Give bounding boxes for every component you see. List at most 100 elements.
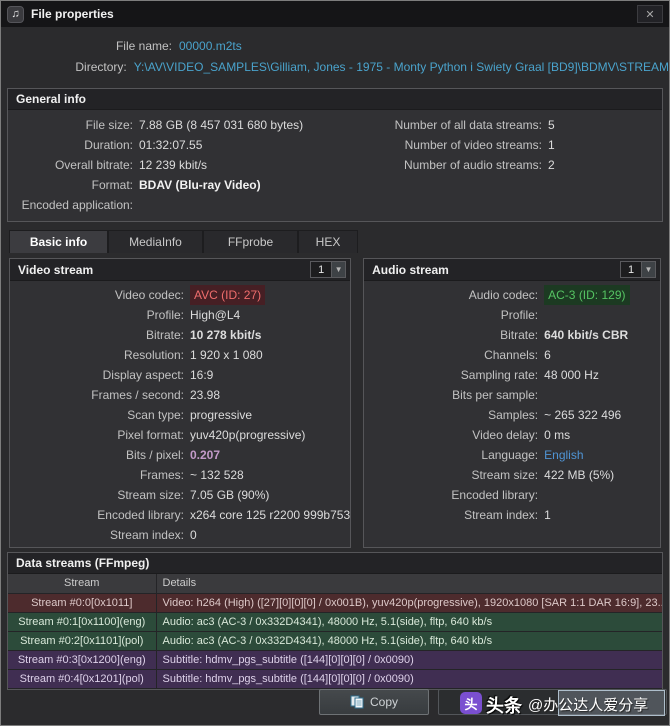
file-name-label: File name:	[1, 36, 179, 57]
table-header-row: Stream Details	[8, 574, 662, 593]
video-streams-count-label: Number of video streams:	[373, 135, 548, 155]
audio-stream-title: Audio stream	[372, 263, 620, 277]
general-info-header: General info	[8, 89, 662, 110]
frames-label: Frames:	[10, 465, 190, 485]
language-label: Language:	[364, 445, 544, 465]
scan-type-label: Scan type:	[10, 405, 190, 425]
audio-stream-size-label: Stream size:	[364, 465, 544, 485]
samples-label: Samples:	[364, 405, 544, 425]
footer-bar: Copy 头 头条 @办公达人爱分享	[1, 685, 669, 725]
audio-stream-index-label: Stream index:	[364, 505, 544, 525]
audio-streams-count-label: Number of audio streams:	[373, 155, 548, 175]
tab-mediainfo[interactable]: MediaInfo	[108, 230, 203, 253]
stream-panels: Video stream 1 ▼ Video codec:AVC (ID: 27…	[9, 258, 661, 548]
audio-stream-selector-value: 1	[620, 261, 642, 278]
audio-encoded-library-label: Encoded library:	[364, 485, 544, 505]
video-stream-selector[interactable]: 1 ▼	[310, 261, 346, 278]
video-bitrate-label: Bitrate:	[10, 325, 190, 345]
audio-codec-label: Audio codec:	[364, 285, 544, 305]
language-value: English	[544, 445, 583, 465]
file-size-label: File size:	[8, 115, 139, 135]
data-streams-table: Stream Details Stream #0:0[0x1011] Video…	[8, 574, 662, 689]
audio-bitrate-label: Bitrate:	[364, 325, 544, 345]
samples-value: ~ 265 322 496	[544, 405, 621, 425]
audio-stream-index-value: 1	[544, 505, 551, 525]
bits-per-pixel-value: 0.207	[190, 445, 220, 465]
audio-stream-size-value: 422 MB (5%)	[544, 465, 614, 485]
bits-per-sample-label: Bits per sample:	[364, 385, 544, 405]
file-name-row: File name: 00000.m2ts	[1, 36, 669, 57]
video-delay-label: Video delay:	[364, 425, 544, 445]
resolution-value: 1 920 x 1 080	[190, 345, 263, 365]
stream-column-header: Stream	[8, 574, 156, 593]
sampling-rate-label: Sampling rate:	[364, 365, 544, 385]
audio-bitrate-value: 640 kbit/s CBR	[544, 325, 628, 345]
table-row[interactable]: Stream #0:0[0x1011] Video: h264 (High) (…	[8, 593, 662, 612]
watermark-handle: @办公达人爱分享	[528, 694, 648, 715]
frames-per-second-value: 23.98	[190, 385, 220, 405]
video-delay-value: 0 ms	[544, 425, 570, 445]
tab-ffprobe[interactable]: FFprobe	[203, 230, 298, 253]
audio-streams-count-value: 2	[548, 155, 555, 175]
tab-basic-info[interactable]: Basic info	[9, 230, 108, 253]
chevron-down-icon[interactable]: ▼	[332, 261, 346, 278]
display-aspect-label: Display aspect:	[10, 365, 190, 385]
video-stream-index-value: 0	[190, 525, 197, 545]
channels-value: 6	[544, 345, 551, 365]
channels-label: Channels:	[364, 345, 544, 365]
title-bar: ♫ File properties ✕	[1, 1, 669, 27]
music-note-icon: ♫	[7, 6, 24, 23]
video-codec-value: AVC (ID: 27)	[190, 285, 265, 305]
video-encoded-library-label: Encoded library:	[10, 505, 190, 525]
resolution-label: Resolution:	[10, 345, 190, 365]
stream-cell: Stream #0:2[0x1101](pol)	[8, 631, 156, 650]
details-cell: Subtitle: hdmv_pgs_subtitle ([144][0][0]…	[156, 650, 662, 669]
general-right-column: Number of all data streams:5 Number of v…	[373, 115, 662, 215]
details-cell: Video: h264 (High) ([27][0][0][0] / 0x00…	[156, 593, 662, 612]
window-title: File properties	[31, 7, 114, 21]
close-icon[interactable]: ✕	[637, 5, 663, 23]
tab-bar: Basic info MediaInfo FFprobe HEX	[9, 230, 669, 253]
overall-bitrate-label: Overall bitrate:	[8, 155, 139, 175]
video-encoded-library-value: x264 core 125 r2200 999b753	[190, 505, 350, 525]
table-row[interactable]: Stream #0:2[0x1101](pol) Audio: ac3 (AC-…	[8, 631, 662, 650]
frames-value: ~ 132 528	[190, 465, 244, 485]
bits-per-pixel-label: Bits / pixel:	[10, 445, 190, 465]
video-codec-label: Video codec:	[10, 285, 190, 305]
data-streams-header: Data streams (FFmpeg)	[8, 553, 662, 574]
video-streams-count-value: 1	[548, 135, 555, 155]
file-properties-window: ♫ File properties ✕ File name: 00000.m2t…	[0, 0, 670, 726]
copy-button[interactable]: Copy	[319, 689, 429, 715]
table-row[interactable]: Stream #0:3[0x1200](eng) Subtitle: hdmv_…	[8, 650, 662, 669]
video-profile-label: Profile:	[10, 305, 190, 325]
watermark-brand: 头条	[486, 692, 522, 718]
video-stream-selector-value: 1	[310, 261, 332, 278]
stream-cell: Stream #0:3[0x1200](eng)	[8, 650, 156, 669]
audio-stream-header: Audio stream 1 ▼	[364, 259, 660, 281]
sampling-rate-value: 48 000 Hz	[544, 365, 599, 385]
video-stream-header: Video stream 1 ▼	[10, 259, 350, 281]
pixel-format-label: Pixel format:	[10, 425, 190, 445]
chevron-down-icon[interactable]: ▼	[642, 261, 656, 278]
stream-cell: Stream #0:1[0x1100](eng)	[8, 612, 156, 631]
video-stream-size-value: 7.05 GB (90%)	[190, 485, 269, 505]
video-stream-body: Video codec:AVC (ID: 27) Profile:High@L4…	[10, 281, 350, 545]
general-left-column: File size:7.88 GB (8 457 031 680 bytes) …	[8, 115, 373, 215]
toutiao-logo-icon: 头	[460, 692, 482, 714]
details-cell: Audio: ac3 (AC-3 / 0x332D4341), 48000 Hz…	[156, 631, 662, 650]
video-stream-panel: Video stream 1 ▼ Video codec:AVC (ID: 27…	[9, 258, 351, 548]
all-data-streams-label: Number of all data streams:	[373, 115, 548, 135]
overall-bitrate-value: 12 239 kbit/s	[139, 155, 207, 175]
directory-label: Directory:	[1, 57, 134, 78]
copy-button-label: Copy	[370, 695, 398, 709]
frames-per-second-label: Frames / second:	[10, 385, 190, 405]
pixel-format-value: yuv420p(progressive)	[190, 425, 305, 445]
tab-hex[interactable]: HEX	[298, 230, 358, 253]
format-value: BDAV (Blu-ray Video)	[139, 175, 261, 195]
format-label: Format:	[8, 175, 139, 195]
audio-stream-selector[interactable]: 1 ▼	[620, 261, 656, 278]
details-cell: Audio: ac3 (AC-3 / 0x332D4341), 48000 Hz…	[156, 612, 662, 631]
file-name-value: 00000.m2ts	[179, 36, 242, 57]
table-row[interactable]: Stream #0:1[0x1100](eng) Audio: ac3 (AC-…	[8, 612, 662, 631]
duration-value: 01:32:07.55	[139, 135, 202, 155]
